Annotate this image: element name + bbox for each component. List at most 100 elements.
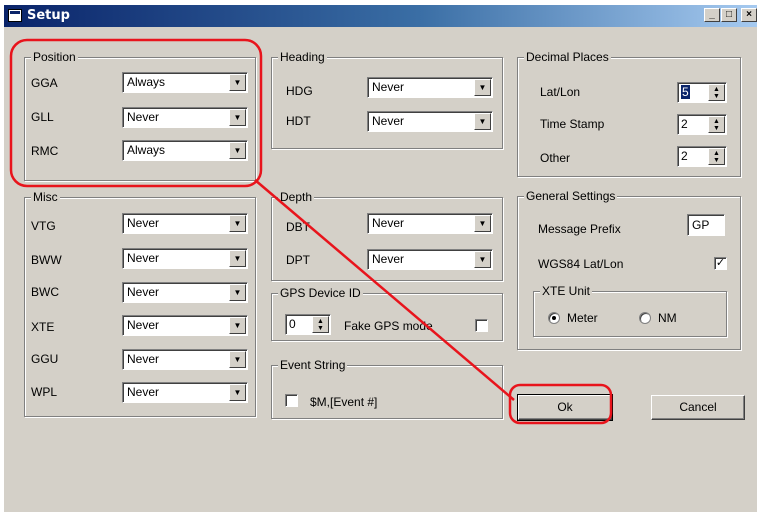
event-string-checkbox[interactable] bbox=[285, 394, 298, 407]
hdt-value: Never bbox=[372, 114, 405, 128]
spin-up-icon[interactable]: ▲ bbox=[317, 318, 324, 325]
general-settings-legend: General Settings bbox=[524, 189, 618, 203]
setup-dialog: Setup _ □ × Position GGA Always ▼ GLL Ne… bbox=[3, 4, 757, 512]
wgs84-label: WGS84 Lat/Lon bbox=[538, 257, 624, 271]
dpt-select[interactable]: Never ▼ bbox=[367, 249, 493, 270]
xte-unit-group: XTE Unit Meter NM bbox=[533, 284, 727, 337]
wpl-select[interactable]: Never ▼ bbox=[122, 382, 248, 403]
dbt-select[interactable]: Never ▼ bbox=[367, 213, 493, 234]
ok-button[interactable]: Ok bbox=[517, 394, 613, 421]
xte-select[interactable]: Never ▼ bbox=[122, 315, 248, 336]
event-string-legend: Event String bbox=[278, 358, 348, 372]
spin-down-icon[interactable]: ▼ bbox=[713, 157, 720, 164]
gga-select[interactable]: Always ▼ bbox=[122, 72, 248, 93]
gps-device-group: GPS Device ID 0 ▲ ▼ Fake GPS mode bbox=[271, 286, 503, 341]
gps-device-id-spinner[interactable]: 0 ▲ ▼ bbox=[285, 314, 331, 335]
maximize-button[interactable]: □ bbox=[721, 8, 737, 22]
wgs84-checkbox[interactable]: ✓ bbox=[714, 257, 727, 270]
ggu-select[interactable]: Never ▼ bbox=[122, 349, 248, 370]
spin-arrows-icon[interactable]: ▲ ▼ bbox=[708, 84, 725, 101]
dropdown-arrow-icon[interactable]: ▼ bbox=[229, 284, 246, 301]
dropdown-arrow-icon[interactable]: ▼ bbox=[229, 351, 246, 368]
title-bar[interactable]: Setup _ □ × bbox=[4, 5, 757, 27]
dropdown-arrow-icon[interactable]: ▼ bbox=[474, 79, 491, 96]
fake-gps-label: Fake GPS mode bbox=[344, 319, 433, 333]
meter-label: Meter bbox=[567, 311, 598, 325]
meter-radio[interactable] bbox=[548, 312, 560, 324]
gps-device-legend: GPS Device ID bbox=[278, 286, 363, 300]
spin-down-icon[interactable]: ▼ bbox=[713, 93, 720, 100]
gll-value: Never bbox=[127, 110, 160, 124]
vtg-label: VTG bbox=[31, 219, 56, 233]
timestamp-spinner[interactable]: 2 ▲ ▼ bbox=[677, 114, 727, 135]
bwc-select[interactable]: Never ▼ bbox=[122, 282, 248, 303]
latlon-label: Lat/Lon bbox=[540, 85, 581, 99]
gll-label: GLL bbox=[31, 110, 54, 124]
dropdown-arrow-icon[interactable]: ▼ bbox=[229, 384, 246, 401]
timestamp-value: 2 bbox=[681, 117, 688, 131]
cancel-button[interactable]: Cancel bbox=[651, 395, 745, 420]
gga-label: GGA bbox=[31, 76, 58, 90]
vtg-value: Never bbox=[127, 216, 160, 230]
close-button[interactable]: × bbox=[741, 8, 757, 22]
event-string-group: Event String $M,[Event #] bbox=[271, 358, 503, 419]
hdg-label: HDG bbox=[286, 84, 313, 98]
ggu-value: Never bbox=[127, 352, 160, 366]
spin-up-icon[interactable]: ▲ bbox=[713, 150, 720, 157]
fake-gps-checkbox[interactable] bbox=[475, 319, 488, 332]
spin-down-icon[interactable]: ▼ bbox=[713, 125, 720, 132]
nm-radio[interactable] bbox=[639, 312, 651, 324]
spin-up-icon[interactable]: ▲ bbox=[713, 86, 720, 93]
dbt-value: Never bbox=[372, 216, 405, 230]
dropdown-arrow-icon[interactable]: ▼ bbox=[229, 215, 246, 232]
decimal-places-legend: Decimal Places bbox=[524, 50, 611, 64]
timestamp-label: Time Stamp bbox=[540, 117, 605, 131]
other-value: 2 bbox=[681, 149, 688, 163]
xte-value: Never bbox=[127, 318, 160, 332]
xte-label: XTE bbox=[31, 320, 55, 334]
spin-arrows-icon[interactable]: ▲ ▼ bbox=[708, 148, 725, 165]
dropdown-arrow-icon[interactable]: ▼ bbox=[474, 251, 491, 268]
nm-label: NM bbox=[658, 311, 677, 325]
rmc-value: Always bbox=[127, 143, 166, 157]
bwc-value: Never bbox=[127, 285, 160, 299]
position-legend: Position bbox=[31, 50, 78, 64]
other-spinner[interactable]: 2 ▲ ▼ bbox=[677, 146, 727, 167]
general-settings-group: General Settings Message Prefix GP WGS84… bbox=[517, 189, 741, 350]
bww-select[interactable]: Never ▼ bbox=[122, 248, 248, 269]
dropdown-arrow-icon[interactable]: ▼ bbox=[229, 142, 246, 159]
heading-group: Heading HDG Never ▼ HDT Never ▼ bbox=[271, 50, 503, 149]
event-string-label: $M,[Event #] bbox=[310, 395, 378, 409]
xte-unit-legend: XTE Unit bbox=[540, 284, 593, 298]
spin-arrows-icon[interactable]: ▲ ▼ bbox=[312, 316, 329, 333]
other-label: Other bbox=[540, 151, 571, 165]
dbt-label: DBT bbox=[286, 220, 310, 234]
minimize-button[interactable]: _ bbox=[704, 8, 720, 22]
dropdown-arrow-icon[interactable]: ▼ bbox=[474, 215, 491, 232]
bwc-label: BWC bbox=[31, 285, 59, 299]
dropdown-arrow-icon[interactable]: ▼ bbox=[474, 113, 491, 130]
dropdown-arrow-icon[interactable]: ▼ bbox=[229, 317, 246, 334]
rmc-select[interactable]: Always ▼ bbox=[122, 140, 248, 161]
bww-value: Never bbox=[127, 251, 160, 265]
hdt-select[interactable]: Never ▼ bbox=[367, 111, 493, 132]
bww-label: BWW bbox=[31, 253, 62, 267]
spin-down-icon[interactable]: ▼ bbox=[317, 325, 324, 332]
rmc-label: RMC bbox=[31, 144, 59, 158]
hdt-label: HDT bbox=[286, 114, 311, 128]
message-prefix-input[interactable]: GP bbox=[687, 214, 725, 236]
spin-arrows-icon[interactable]: ▲ ▼ bbox=[708, 116, 725, 133]
dpt-label: DPT bbox=[286, 253, 310, 267]
gll-select[interactable]: Never ▼ bbox=[122, 107, 248, 128]
dropdown-arrow-icon[interactable]: ▼ bbox=[229, 74, 246, 91]
message-prefix-label: Message Prefix bbox=[538, 222, 621, 236]
vtg-select[interactable]: Never ▼ bbox=[122, 213, 248, 234]
dropdown-arrow-icon[interactable]: ▼ bbox=[229, 250, 246, 267]
spin-up-icon[interactable]: ▲ bbox=[713, 118, 720, 125]
message-prefix-value: GP bbox=[692, 218, 710, 232]
latlon-spinner[interactable]: 5 ▲ ▼ bbox=[677, 82, 727, 103]
hdg-select[interactable]: Never ▼ bbox=[367, 77, 493, 98]
decimal-places-group: Decimal Places Lat/Lon 5 ▲ ▼ Time Stamp 2… bbox=[517, 50, 741, 177]
dropdown-arrow-icon[interactable]: ▼ bbox=[229, 109, 246, 126]
latlon-value: 5 bbox=[681, 85, 690, 99]
